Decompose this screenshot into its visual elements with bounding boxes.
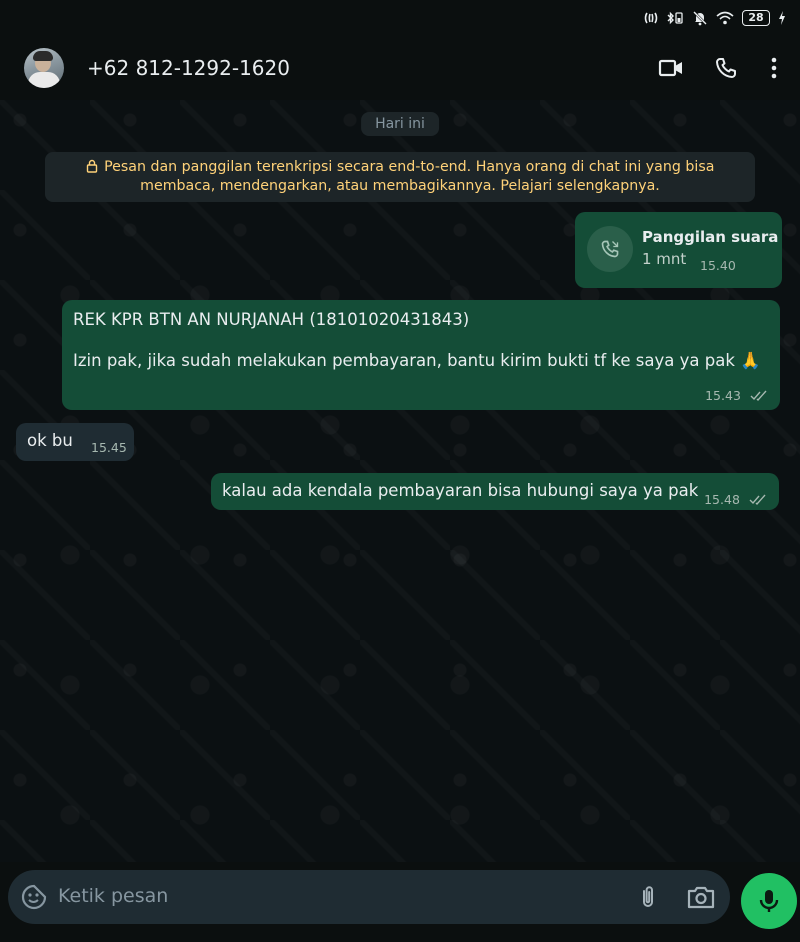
camera-icon — [687, 886, 715, 909]
emoji-button[interactable] — [20, 883, 48, 911]
voice-message-button[interactable] — [741, 873, 797, 929]
message-text: Izin pak, jika sudah melakukan pembayara… — [73, 351, 761, 370]
message-input[interactable]: Ketik pesan — [8, 870, 730, 924]
message-text: ok bu — [27, 431, 73, 450]
message-placeholder: Ketik pesan — [58, 885, 169, 907]
call-title: Panggilan suara — [642, 228, 779, 246]
message-time: 15.45 — [91, 440, 127, 455]
message-text: kalau ada kendala pembayaran bisa hubung… — [222, 481, 699, 500]
chat-area[interactable]: Hari ini Pesan dan panggilan terenkripsi… — [0, 100, 800, 862]
status-bar: 28 — [0, 0, 800, 36]
voice-call-button[interactable] — [710, 52, 742, 84]
message-time: 15.48 — [704, 492, 740, 507]
microphone-icon — [759, 890, 779, 912]
message-time: 15.40 — [700, 258, 736, 273]
contact-avatar[interactable] — [24, 48, 64, 88]
double-check-icon — [750, 390, 767, 401]
message-time: 15.43 — [705, 388, 741, 403]
outgoing-message[interactable]: REK KPR BTN AN NURJANAH (18101020431843)… — [62, 300, 780, 410]
mute-icon — [693, 11, 707, 26]
attach-button[interactable] — [634, 883, 662, 911]
battery-level: 28 — [742, 10, 770, 26]
status-icons: 28 — [644, 8, 786, 28]
video-camera-icon — [658, 59, 682, 77]
double-check-icon — [749, 494, 766, 505]
phone-icon — [716, 58, 736, 78]
lock-icon — [86, 159, 97, 173]
more-options-button[interactable] — [758, 52, 790, 84]
outgoing-message[interactable]: kalau ada kendala pembayaran bisa hubung… — [211, 473, 779, 510]
message-meta: 15.43 — [705, 385, 768, 404]
call-duration: 1 mnt — [642, 250, 687, 268]
encryption-notice[interactable]: Pesan dan panggilan terenkripsi secara e… — [45, 152, 755, 202]
contact-name[interactable]: +62 812-1292-1620 — [87, 56, 290, 80]
composer-bar: Ketik pesan — [0, 862, 800, 942]
charging-icon — [779, 11, 785, 25]
paperclip-icon — [643, 886, 653, 907]
date-chip: Hari ini — [361, 112, 439, 136]
voice-call-message[interactable]: Panggilan suara 1 mnt 15.40 — [575, 212, 782, 288]
video-call-button[interactable] — [655, 52, 687, 84]
message-meta: 15.48 — [704, 489, 767, 508]
chat-header: +62 812-1292-1620 — [0, 36, 800, 100]
incoming-message[interactable]: ok bu 15.45 — [16, 423, 134, 461]
bluetooth-battery-icon — [667, 11, 683, 25]
camera-button[interactable] — [686, 883, 716, 911]
message-text: REK KPR BTN AN NURJANAH (18101020431843) — [73, 310, 470, 329]
call-log-icon — [587, 226, 633, 272]
wifi-icon — [716, 11, 734, 25]
more-vertical-icon — [771, 57, 777, 79]
sticker-icon — [21, 884, 47, 910]
encryption-notice-text: Pesan dan panggilan terenkripsi secara e… — [104, 159, 715, 194]
nfc-icon — [644, 12, 658, 24]
